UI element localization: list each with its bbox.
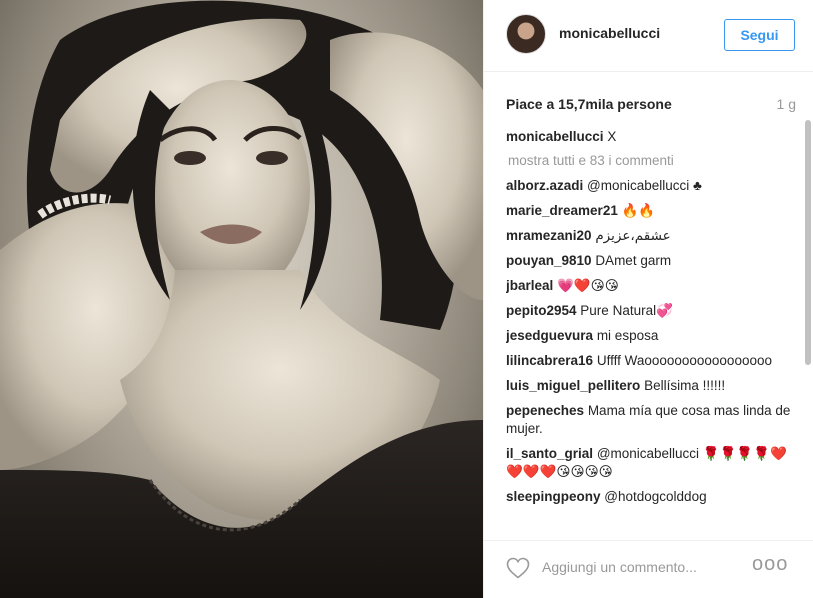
caption: monicabellucci X — [506, 128, 796, 146]
comment-username[interactable]: marie_dreamer21 — [506, 203, 618, 218]
post-footer: ooo — [484, 540, 813, 598]
comment-text: 💗❤️😘😘 — [557, 278, 619, 293]
follow-button[interactable]: Segui — [724, 19, 795, 51]
comment-item: pepeneches Mama mía que cosa mas linda d… — [506, 402, 796, 438]
show-all-comments-link[interactable]: mostra tutti e 83 i commenti — [508, 152, 796, 170]
comment-item: jbarleal 💗❤️😘😘 — [506, 277, 796, 295]
comment-username[interactable]: jesedguevura — [506, 328, 593, 343]
post-timestamp[interactable]: 1 g — [777, 96, 796, 112]
comment-username[interactable]: alborz.azadi — [506, 178, 583, 193]
comment-username[interactable]: il_santo_grial — [506, 446, 593, 461]
likes-count[interactable]: Piace a 15,7mila persone — [506, 96, 672, 112]
comment-username[interactable]: jbarleal — [506, 278, 553, 293]
comment-text: @monicabellucci ♣ — [587, 178, 702, 193]
comment-item: mramezani20 عشقم،عزیزم — [506, 227, 796, 245]
comment-username[interactable]: luis_miguel_pellitero — [506, 378, 640, 393]
comment-username[interactable]: pepeneches — [506, 403, 584, 418]
comment-item: marie_dreamer21 🔥🔥 — [506, 202, 796, 220]
caption-username[interactable]: monicabellucci — [506, 129, 604, 144]
post-photo[interactable] — [0, 0, 483, 598]
comment-text: Bellísima !!!!!! — [644, 378, 726, 393]
comment-text: Pure Natural💞 — [580, 303, 673, 318]
scrollbar-thumb[interactable] — [805, 120, 811, 365]
comment-item: sleepingpeony @hotdogcolddog — [506, 488, 796, 506]
username-link[interactable]: monicabellucci — [559, 25, 660, 41]
avatar[interactable] — [506, 14, 546, 54]
heart-icon[interactable] — [506, 557, 530, 579]
comment-item: pepito2954 Pure Natural💞 — [506, 302, 796, 320]
comment-item: pouyan_9810 DAmet garm — [506, 252, 796, 270]
comment-item: luis_miguel_pellitero Bellísima !!!!!! — [506, 377, 796, 395]
comments-list: monicabellucci X mostra tutti e 83 i com… — [506, 128, 796, 528]
add-comment-input[interactable] — [542, 555, 752, 579]
comment-text: mi esposa — [596, 328, 659, 343]
comment-username[interactable]: pouyan_9810 — [506, 253, 592, 268]
caption-text: X — [607, 129, 617, 144]
portrait-image — [0, 0, 483, 598]
comment-username[interactable]: pepito2954 — [506, 303, 577, 318]
comment-item: jesedguevura mi esposa — [506, 327, 796, 345]
comment-item: lilincabrera16 Uffff Waooooooooooooooooo — [506, 352, 796, 370]
comment-item: il_santo_grial @monicabellucci 🌹🌹🌹🌹❤️❤️❤… — [506, 445, 796, 481]
more-options-icon[interactable]: ooo — [752, 554, 787, 576]
comment-text: DAmet garm — [595, 253, 672, 268]
comment-text: 🔥🔥 — [621, 203, 656, 218]
instagram-post: monicabellucci Segui Piace a 15,7mila pe… — [0, 0, 813, 598]
post-header: monicabellucci Segui — [484, 0, 813, 72]
comment-text: @hotdogcolddog — [604, 489, 707, 504]
comment-text: Uffff Waooooooooooooooooo — [596, 353, 772, 368]
comments-scrollbar[interactable] — [802, 120, 813, 535]
comment-item: alborz.azadi @monicabellucci ♣ — [506, 177, 796, 195]
comment-username[interactable]: sleepingpeony — [506, 489, 601, 504]
comment-text: عشقم،عزیزم — [595, 228, 671, 243]
post-details-panel: monicabellucci Segui Piace a 15,7mila pe… — [483, 0, 813, 598]
comment-username[interactable]: lilincabrera16 — [506, 353, 593, 368]
comment-username[interactable]: mramezani20 — [506, 228, 592, 243]
likes-row: Piace a 15,7mila persone 1 g — [506, 96, 796, 114]
